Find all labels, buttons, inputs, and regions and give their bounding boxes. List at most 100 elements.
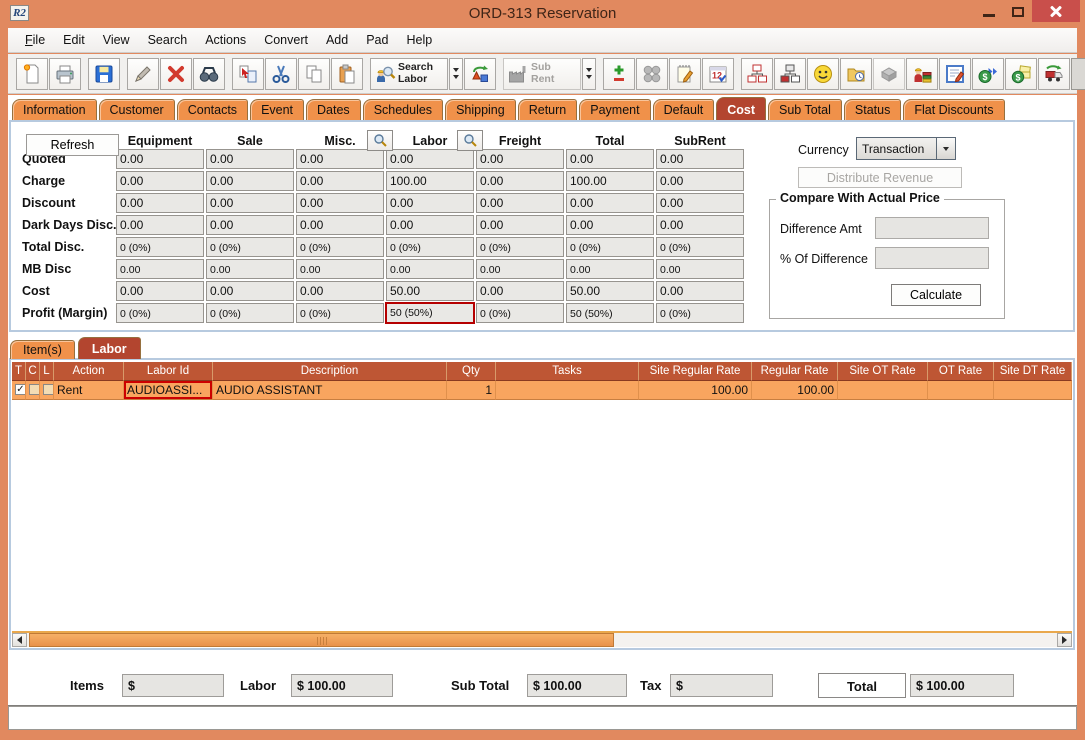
quick-action-button[interactable] [1071,58,1085,90]
package-button[interactable] [873,58,905,90]
new-document-button[interactable] [16,58,48,90]
sub-rent-button[interactable]: Sub Rent [503,58,581,90]
currency-select[interactable]: Transaction [856,137,956,160]
menu-view[interactable]: View [94,29,139,51]
items-total-label: Items [70,678,104,693]
history-folder-button[interactable] [840,58,872,90]
org-chart-boxes-icon [779,63,801,85]
cost-cell: 0.00 [116,281,204,301]
cut-button[interactable] [265,58,297,90]
col-header-tasks: Tasks [496,362,639,381]
hierarchy-alt-button[interactable] [774,58,806,90]
edit-notes-button[interactable] [939,58,971,90]
shapes-button[interactable] [464,58,496,90]
site-dt-rate-cell[interactable] [994,381,1072,400]
shipping-button[interactable] [1038,58,1070,90]
group-circles-icon [641,63,663,85]
misc-search-button[interactable] [367,130,393,151]
notes-button[interactable] [669,58,701,90]
search-labor-icon [374,63,396,85]
menu-search[interactable]: Search [139,29,197,51]
scrollbar-thumb[interactable] [29,633,614,647]
add-remove-button[interactable] [603,58,635,90]
tab-dates[interactable]: Dates [306,99,361,120]
tab-labor[interactable]: Labor [78,337,141,359]
tab-status[interactable]: Status [844,99,901,120]
tab-contacts[interactable]: Contacts [177,99,248,120]
description-cell[interactable]: AUDIO ASSISTANT [213,381,447,400]
menu-pad[interactable]: Pad [357,29,397,51]
c-checkbox[interactable] [29,384,40,395]
scroll-right-button[interactable] [1057,633,1072,647]
currency-notes-button[interactable]: $ [1005,58,1037,90]
tab-event[interactable]: Event [250,99,304,120]
grouping-button[interactable] [636,58,668,90]
regular-rate-cell[interactable]: 100.00 [752,381,838,400]
currency-transfer-button[interactable]: $ [972,58,1004,90]
refresh-button[interactable]: Refresh [26,134,119,156]
difference-amt-field[interactable] [875,217,989,239]
row-label-total-disc: Total Disc. [17,236,115,258]
status-bar [8,706,1077,730]
ot-rate-cell[interactable] [928,381,994,400]
tab-information[interactable]: Information [12,99,97,120]
calendar-button[interactable]: 12 [702,58,734,90]
tab-payment[interactable]: Payment [579,99,650,120]
search-labor-dropdown[interactable] [449,58,463,90]
action-cell[interactable]: Rent [54,381,124,400]
horizontal-scrollbar[interactable] [12,631,1072,647]
minimize-button[interactable] [975,0,1003,24]
calculate-button[interactable]: Calculate [891,284,981,306]
labor-header-label: Labor [413,134,448,148]
labor-crew-button[interactable] [906,58,938,90]
hierarchy-button[interactable] [741,58,773,90]
search-labor-button[interactable]: Search Labor [370,58,448,90]
menu-edit[interactable]: Edit [54,29,94,51]
delete-button[interactable] [160,58,192,90]
maximize-button[interactable] [1004,0,1031,24]
window-title: ORD-313 Reservation [0,5,1085,22]
distribute-revenue-button[interactable]: Distribute Revenue [798,167,962,188]
tab-default[interactable]: Default [653,99,715,120]
pct-difference-field[interactable] [875,247,989,269]
close-button[interactable] [1032,0,1080,22]
site-regular-rate-cell[interactable]: 100.00 [639,381,752,400]
scissors-icon [270,63,292,85]
l-checkbox[interactable] [43,384,54,395]
tab-cost[interactable]: Cost [716,97,766,120]
cost-cell: 0.00 [116,215,204,235]
copy-button[interactable] [298,58,330,90]
paste-button[interactable] [331,58,363,90]
row-label-discount: Discount [17,192,115,214]
crew-mood-button[interactable] [807,58,839,90]
find-button[interactable] [193,58,225,90]
sub-rent-dropdown[interactable] [582,58,596,90]
edit-button[interactable] [127,58,159,90]
tab-shipping[interactable]: Shipping [445,99,516,120]
menu-add[interactable]: Add [317,29,357,51]
tab-flat-discounts[interactable]: Flat Discounts [903,99,1004,120]
labor-search-button[interactable] [457,130,483,151]
tab-sub-total[interactable]: Sub Total [768,99,842,120]
menu-convert[interactable]: Convert [255,29,317,51]
cost-cell: 0.00 [476,259,564,279]
tab-schedules[interactable]: Schedules [363,99,443,120]
labor-id-cell[interactable]: AUDIOASSI... [124,381,213,400]
tab-customer[interactable]: Customer [99,99,175,120]
qty-cell[interactable]: 1 [447,381,496,400]
menu-help[interactable]: Help [397,29,441,51]
print-button[interactable] [49,58,81,90]
scroll-left-button[interactable] [12,633,27,647]
labor-total-label: Labor [240,678,276,693]
site-ot-rate-cell[interactable] [838,381,928,400]
tab-return[interactable]: Return [518,99,578,120]
save-button[interactable] [88,58,120,90]
combo-arrow-button[interactable] [936,138,955,159]
menu-actions[interactable]: Actions [196,29,255,51]
tasks-cell[interactable] [496,381,639,400]
menu-file[interactable]: File [16,29,54,51]
copy-to-order-button[interactable] [232,58,264,90]
t-checkbox[interactable]: ✓ [15,384,26,395]
cost-cell: 0.00 [206,193,294,213]
tab-items[interactable]: Item(s) [10,340,75,359]
